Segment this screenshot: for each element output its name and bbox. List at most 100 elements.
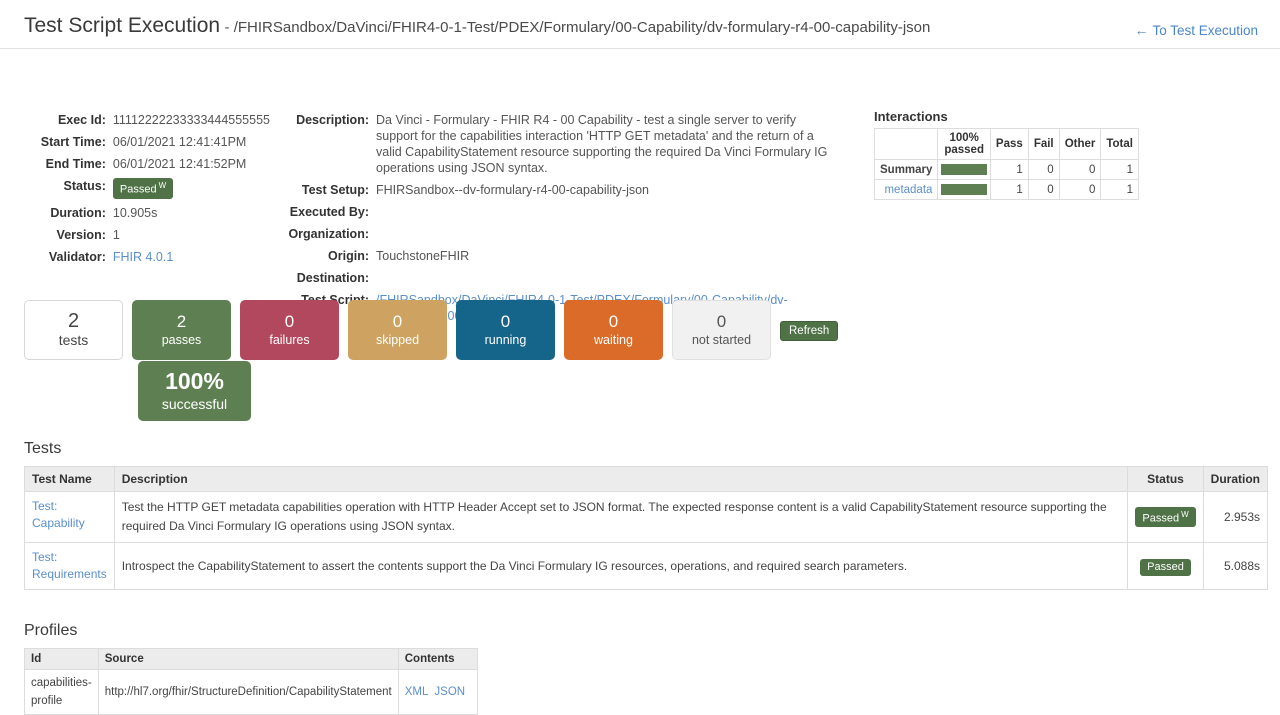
exec-detail-row: Organization: (280, 223, 831, 245)
stat-box-label: running (485, 332, 527, 349)
exec-detail-label: Executed By: (280, 201, 376, 223)
stat-box-label: not started (692, 332, 751, 349)
interactions-pass-cell: 1 (990, 160, 1028, 180)
tests-col-header: Test Name (25, 467, 115, 492)
stat-box-value: 0 (609, 311, 618, 332)
stat-box-value: 0 (717, 311, 726, 332)
exec-detail-value: TouchstoneFHIR (376, 245, 831, 267)
exec-detail-row: Duration:10.905s (0, 202, 270, 224)
interactions-pass-cell: 1 (990, 180, 1028, 200)
test-duration-cell: 5.088s (1203, 543, 1267, 590)
interactions-fail-cell: 0 (1028, 180, 1059, 200)
test-name-link[interactable]: Test:Capability (32, 498, 107, 532)
interactions-fail-cell: 0 (1028, 160, 1059, 180)
execution-detail-table-left: Exec Id:11112222233333444555555Start Tim… (0, 109, 270, 268)
refresh-button[interactable]: Refresh (780, 321, 838, 341)
exec-detail-value[interactable]: FHIR 4.0.1 (113, 246, 270, 268)
exec-detail-label: Exec Id: (0, 109, 113, 131)
profiles-col-header: Source (98, 649, 398, 670)
table-row: Test:CapabilityTest the HTTP GET metadat… (25, 492, 1268, 543)
exec-detail-value: 11112222233333444555555 (113, 109, 270, 131)
stat-box-label: skipped (376, 332, 419, 349)
stat-box-running[interactable]: 0running (456, 300, 555, 360)
exec-detail-row: Exec Id:11112222233333444555555 (0, 109, 270, 131)
page-subtitle-path: /FHIRSandbox/DaVinci/FHIR4-0-1-Test/PDEX… (234, 19, 931, 36)
percent-successful-box: 100% successful (138, 361, 251, 421)
stat-box-skipped[interactable]: 0skipped (348, 300, 447, 360)
test-name-line1: Test: (32, 549, 107, 566)
exec-detail-value: PassedW (113, 175, 270, 202)
percent-successful-label: successful (162, 395, 227, 414)
test-duration-cell: 2.953s (1203, 492, 1267, 543)
exec-detail-value (376, 201, 831, 223)
pass-rate-bar (941, 184, 986, 195)
back-to-test-execution-link[interactable]: ←To Test Execution (1134, 22, 1258, 38)
interactions-other-cell: 0 (1059, 160, 1101, 180)
stat-box-value: 2 (68, 311, 79, 332)
percent-successful-value: 100% (165, 368, 224, 395)
interactions-other-cell: 0 (1059, 180, 1101, 200)
exec-detail-value: FHIRSandbox--dv-formulary-r4-00-capabili… (376, 179, 831, 201)
interactions-col-header: Fail (1028, 129, 1059, 160)
profile-id-cell: capabilities-profile (25, 670, 99, 715)
stat-box-label: passes (162, 332, 202, 349)
test-description-cell: Introspect the CapabilityStatement to as… (114, 543, 1128, 590)
exec-detail-label: Destination: (280, 267, 376, 289)
status-badge-warning-marker: W (159, 181, 167, 190)
exec-detail-row: Status:PassedW (0, 175, 270, 202)
status-badge: PassedW (1135, 507, 1195, 528)
exec-detail-row: Origin:TouchstoneFHIR (280, 245, 831, 267)
execution-detail-table-middle: Description:Da Vinci - Formulary - FHIR … (280, 109, 831, 327)
interactions-total-cell: 1 (1101, 180, 1139, 200)
test-name-line2: Requirements (32, 566, 107, 583)
exec-detail-row: Destination: (280, 267, 831, 289)
exec-detail-row: Version:1 (0, 224, 270, 246)
profile-contents-cell: XML JSON (398, 670, 477, 715)
tests-col-header: Description (114, 467, 1128, 492)
stat-box-passes[interactable]: 2passes (132, 300, 231, 360)
status-badge: PassedW (113, 178, 173, 199)
interactions-row: metadata1001 (875, 180, 1139, 200)
exec-detail-row: Start Time:06/01/2021 12:41:41PM (0, 131, 270, 153)
interactions-title: Interactions (874, 109, 1139, 124)
profiles-col-header: Contents (398, 649, 477, 670)
profile-source-cell: http://hl7.org/fhir/StructureDefinition/… (98, 670, 398, 715)
execution-info-area: Exec Id:11112222233333444555555Start Tim… (0, 49, 1280, 279)
stat-box-notstarted[interactable]: 0not started (672, 300, 771, 360)
stat-box-value: 0 (393, 311, 402, 332)
exec-detail-label: Duration: (0, 202, 113, 224)
table-row: Test:RequirementsIntrospect the Capabili… (25, 543, 1268, 590)
interactions-col-header: Other (1059, 129, 1101, 160)
test-name-line1: Test: (32, 498, 107, 515)
exec-detail-value: 10.905s (113, 202, 270, 224)
stat-box-waiting[interactable]: 0waiting (564, 300, 663, 360)
interactions-col-header: Pass (990, 129, 1028, 160)
interactions-row-link[interactable]: metadata (875, 180, 938, 200)
exec-detail-label: Start Time: (0, 131, 113, 153)
exec-detail-label: Validator: (0, 246, 113, 268)
exec-detail-link[interactable]: FHIR 4.0.1 (113, 250, 173, 264)
stat-box-failures[interactable]: 0failures (240, 300, 339, 360)
execution-summary-middle: Description:Da Vinci - Formulary - FHIR … (280, 109, 860, 327)
profiles-section: Profiles IdSourceContents capabilities-p… (24, 622, 464, 715)
interactions-pass-bar-cell (938, 160, 990, 180)
stat-box-tests[interactable]: 2tests (24, 300, 123, 360)
profiles-col-header: Id (25, 649, 99, 670)
stat-box-value: 2 (177, 311, 186, 332)
exec-detail-label: Organization: (280, 223, 376, 245)
interactions-pass-bar-cell (938, 180, 990, 200)
interactions-col-header: 100% passed (938, 129, 990, 160)
exec-detail-label: Origin: (280, 245, 376, 267)
exec-detail-value (376, 223, 831, 245)
stat-box-label: tests (59, 332, 89, 349)
profile-json-link[interactable]: JSON (434, 686, 465, 698)
test-name-link[interactable]: Test:Requirements (32, 549, 107, 583)
exec-detail-label: Description: (280, 109, 376, 179)
interactions-row-label: Summary (875, 160, 938, 180)
stat-box-label: failures (269, 332, 309, 349)
tests-table: Test NameDescriptionStatusDuration Test:… (24, 466, 1268, 590)
execution-stat-boxes: 2tests2passes0failures0skipped0running0w… (24, 300, 838, 360)
profile-xml-link[interactable]: XML (405, 686, 429, 698)
exec-detail-label: Test Setup: (280, 179, 376, 201)
profiles-section-title: Profiles (24, 622, 464, 640)
